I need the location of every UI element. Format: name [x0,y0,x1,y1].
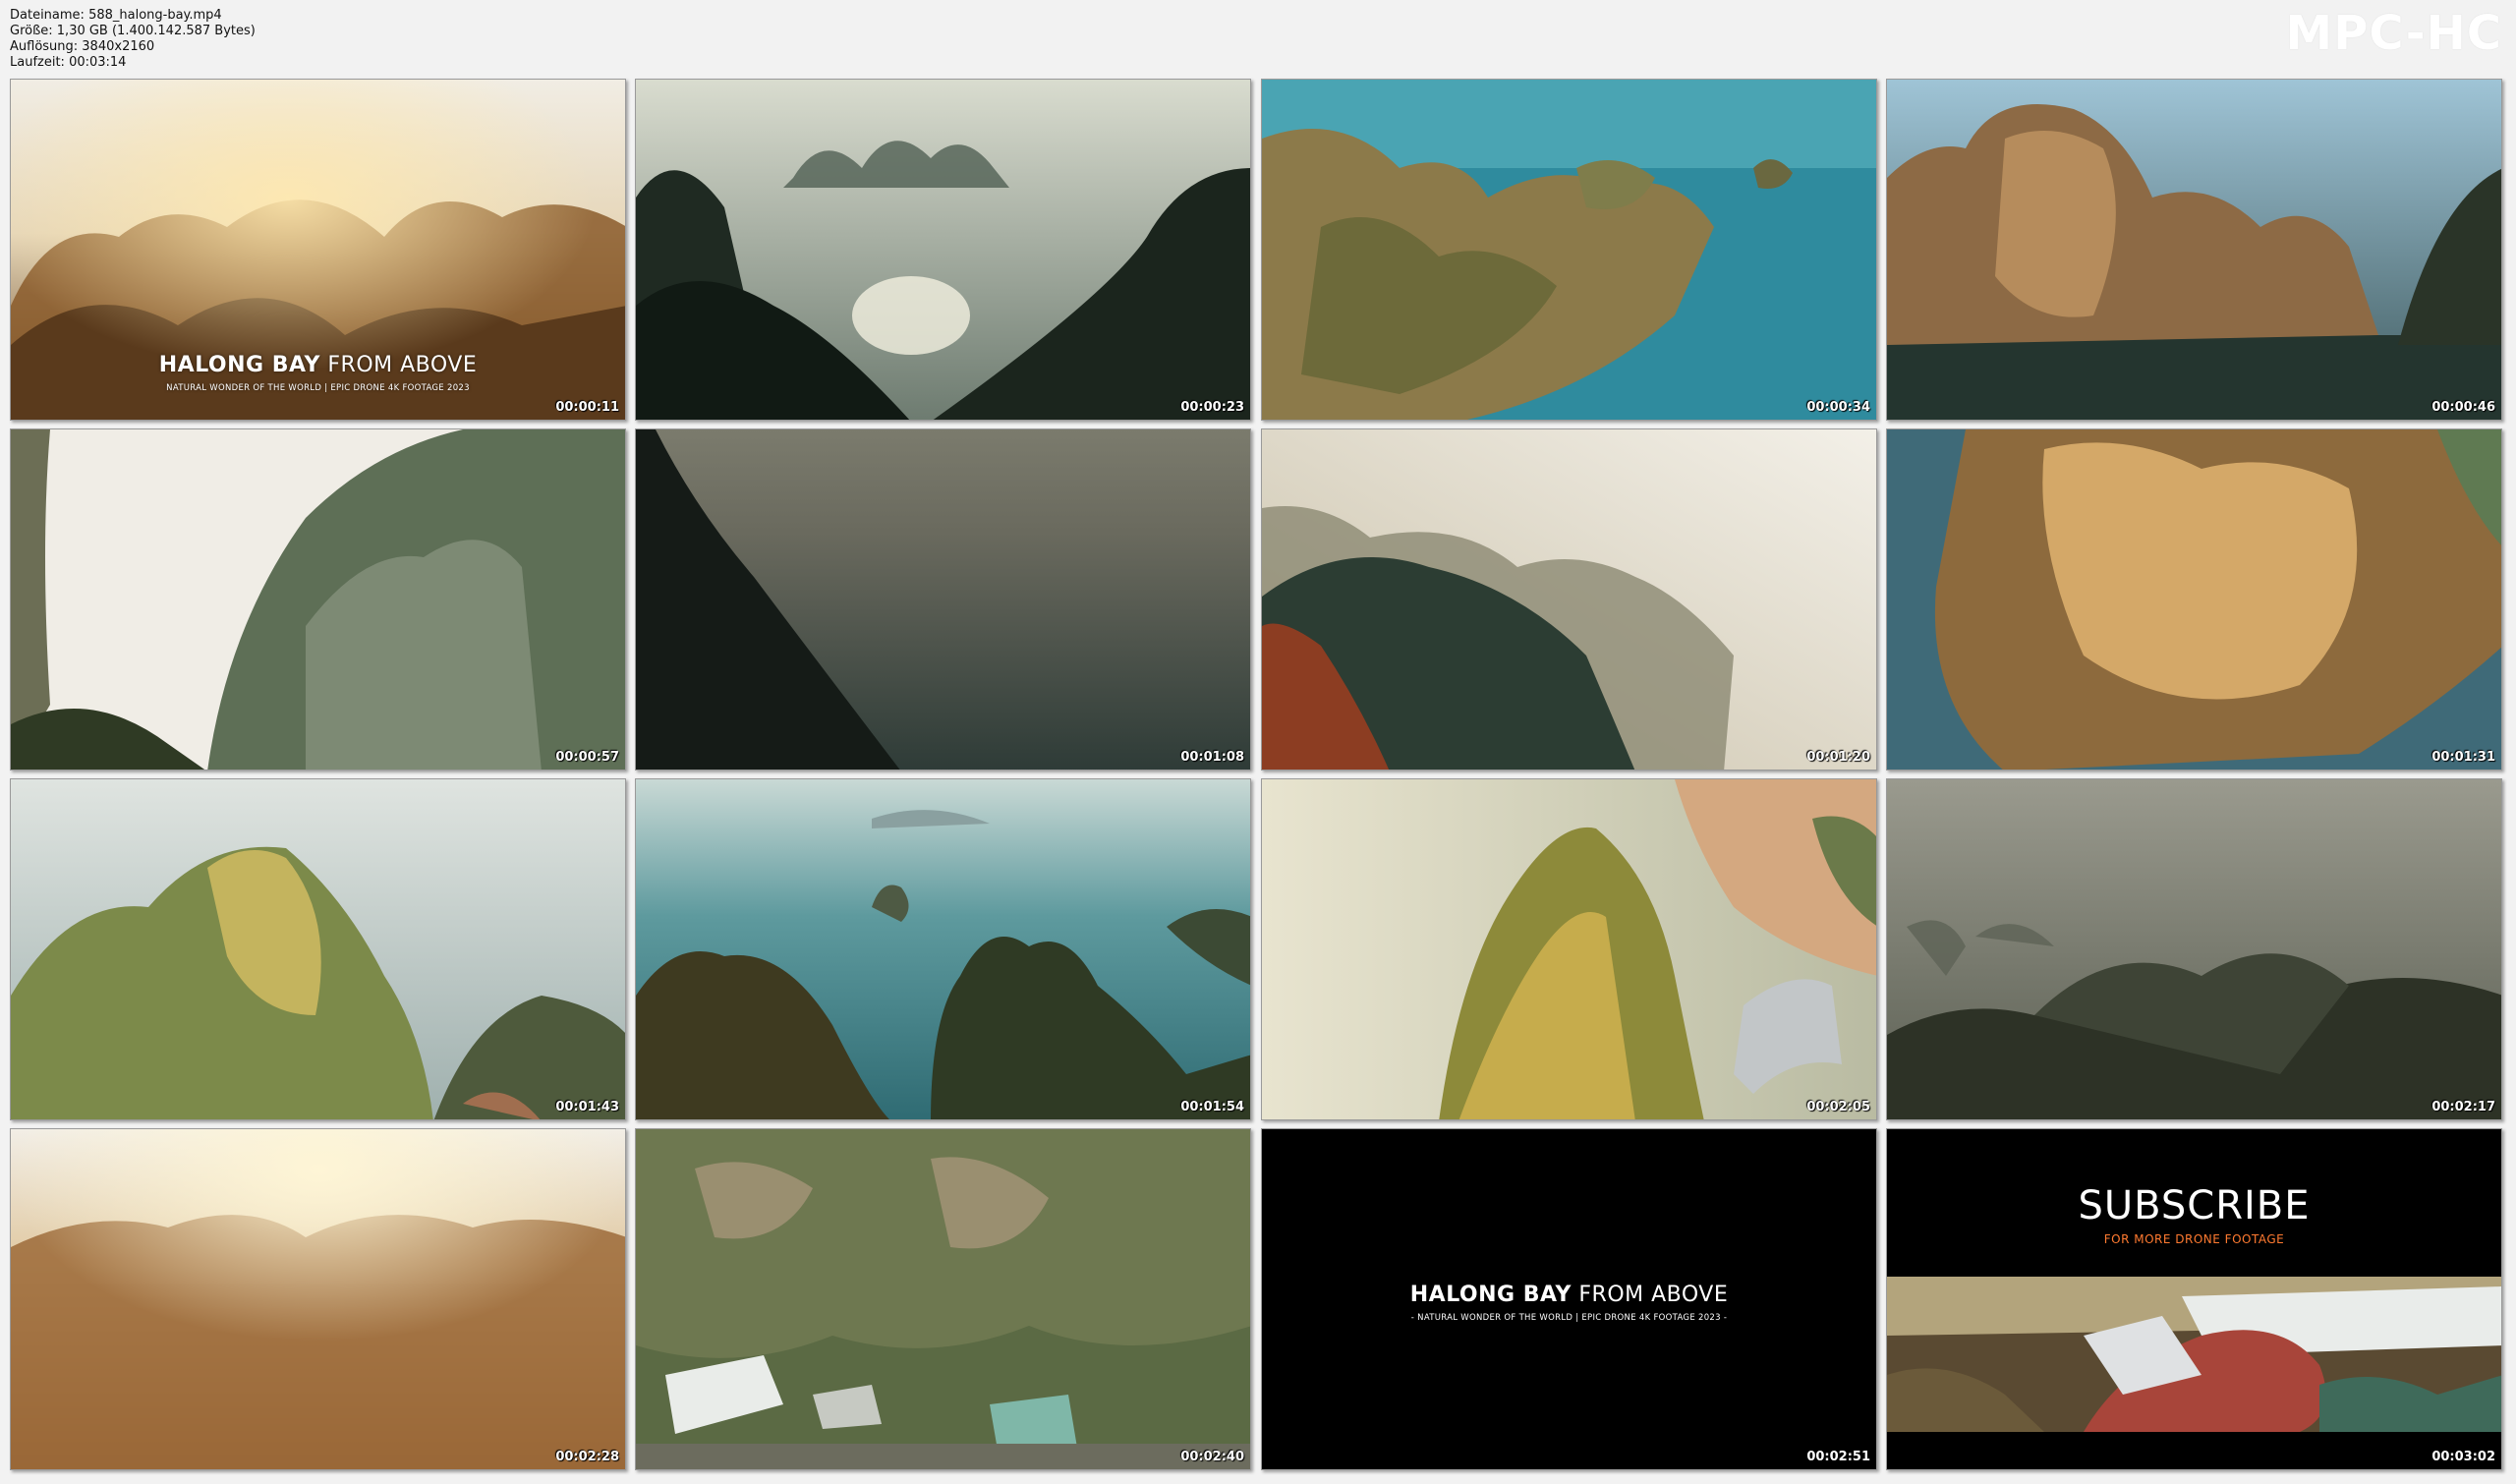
timestamp: 00:00:57 [555,750,619,765]
thumbnail-13: 00:02:28 [10,1128,626,1470]
thumbnail-image [636,779,1250,1119]
thumbnail-image [11,429,625,770]
thumbnail-image [11,1129,625,1469]
end-title-light: FROM ABOVE [1578,1283,1729,1307]
thumbnail-12: 00:02:17 [1886,778,2502,1120]
timestamp: 00:00:46 [2431,400,2495,415]
thumbnail-5: 00:00:57 [10,428,626,771]
thumbnail-6: 00:01:08 [635,428,1251,771]
end-title-overlay: HALONG BAY FROM ABOVE - NATURAL WONDER O… [1262,1283,1876,1323]
thumbnail-15: HALONG BAY FROM ABOVE - NATURAL WONDER O… [1261,1128,1877,1470]
thumbnail-2: 00:00:23 [635,79,1251,421]
end-title-subtitle: - NATURAL WONDER OF THE WORLD | EPIC DRO… [1410,1313,1728,1323]
thumbnail-image [1262,80,1876,420]
timestamp: 00:01:20 [1806,750,1870,765]
file-size: Größe: 1,30 GB (1.400.142.587 Bytes) [10,24,256,38]
timestamp: 00:01:31 [2431,750,2495,765]
thumbnail-3: 00:00:34 [1261,79,1877,421]
timestamp: 00:00:34 [1806,400,1870,415]
thumbnail-9: 00:01:43 [10,778,626,1120]
thumbnail-image [1887,429,2501,770]
subscribe-aerial-image [1887,1277,2501,1432]
thumbnail-1: HALONG BAY FROM ABOVE NATURAL WONDER OF … [10,79,626,421]
thumbnail-16: SUBSCRIBE FOR MORE DRONE FOOTAGE 00:03:0… [1886,1128,2502,1470]
file-name: Dateiname: 588_halong-bay.mp4 [10,8,222,23]
timestamp: 00:01:43 [555,1100,619,1114]
file-info: Dateiname: 588_halong-bay.mp4 Größe: 1,3… [10,8,256,71]
thumbnail-image [636,1129,1250,1469]
file-resolution: Auflösung: 3840x2160 [10,39,155,54]
thumbnail-image [636,429,1250,770]
timestamp: 00:02:05 [1806,1100,1870,1114]
title-subtitle: NATURAL WONDER OF THE WORLD | EPIC DRONE… [166,383,470,393]
title-light: FROM ABOVE [327,353,478,377]
subscribe-caption: FOR MORE DRONE FOOTAGE [2103,1232,2285,1246]
thumbnail-4: 00:00:46 [1886,79,2502,421]
subscribe-title: SUBSCRIBE [2078,1183,2311,1228]
thumbnail-image [1887,779,2501,1119]
timestamp: 00:02:17 [2431,1100,2495,1114]
timestamp: 00:02:40 [1180,1450,1244,1464]
mpc-hc-logo: MPC-HC [2285,6,2502,61]
thumbnail-image [1262,429,1876,770]
timestamp: 00:00:11 [555,400,619,415]
thumbnail-image [1262,779,1876,1119]
timestamp: 00:02:51 [1806,1450,1870,1464]
timestamp: 00:02:28 [555,1450,619,1464]
thumbnail-image [636,80,1250,420]
timestamp: 00:01:08 [1180,750,1244,765]
thumbnail-10: 00:01:54 [635,778,1251,1120]
video-title-overlay: HALONG BAY FROM ABOVE NATURAL WONDER OF … [11,353,625,393]
thumbnail-image [11,779,625,1119]
thumbnail-14: 00:02:40 [635,1128,1251,1470]
timestamp: 00:00:23 [1180,400,1244,415]
thumbnail-11: 00:02:05 [1261,778,1877,1120]
timestamp: 00:03:02 [2431,1450,2495,1464]
title-bold: HALONG BAY [158,353,320,377]
thumbnail-8: 00:01:31 [1886,428,2502,771]
thumbnail-7: 00:01:20 [1261,428,1877,771]
end-title-bold: HALONG BAY [1409,1283,1572,1307]
file-duration: Laufzeit: 00:03:14 [10,55,127,70]
thumbnail-image [1887,80,2501,420]
timestamp: 00:01:54 [1180,1100,1244,1114]
